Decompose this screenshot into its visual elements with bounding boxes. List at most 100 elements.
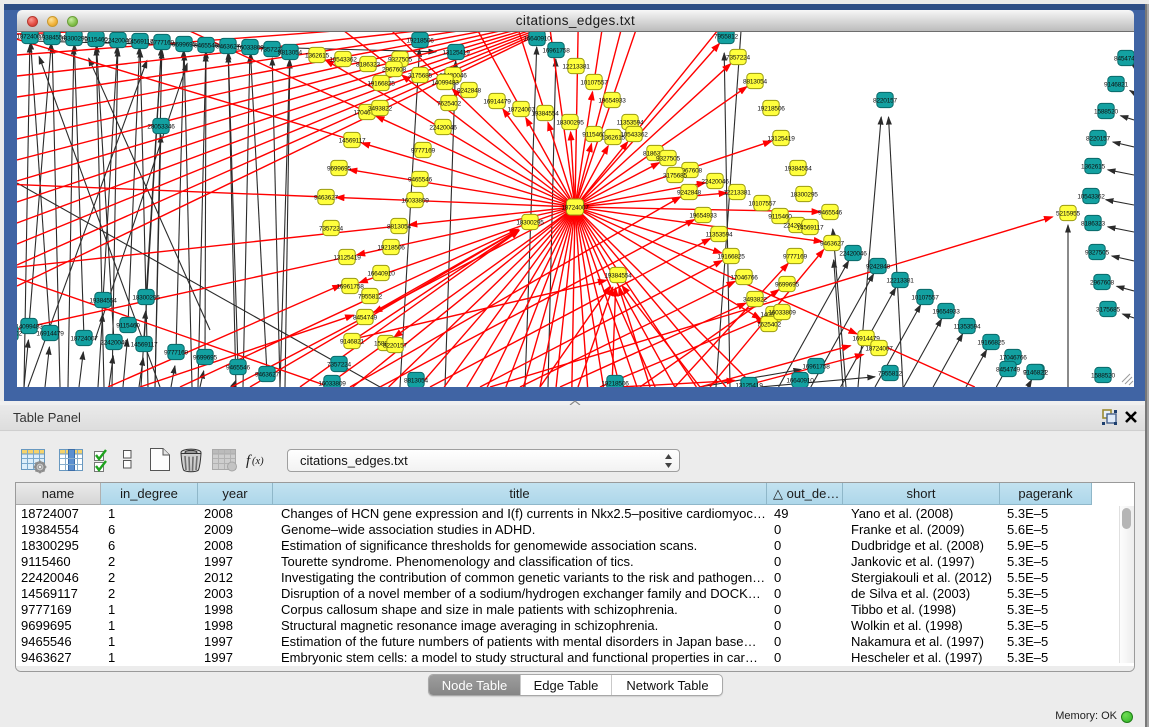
svg-text:19218506: 19218506 [406, 37, 434, 44]
svg-text:8220157: 8220157 [873, 97, 897, 104]
svg-text:9146821: 9146821 [1104, 81, 1128, 88]
svg-text:13125419: 13125419 [767, 135, 795, 142]
svg-text:17046766: 17046766 [730, 274, 758, 281]
svg-text:3493822: 3493822 [743, 296, 767, 303]
svg-text:16640910: 16640910 [367, 270, 395, 277]
svg-text:7357224: 7357224 [327, 361, 351, 368]
svg-text:1362615: 1362615 [1081, 163, 1105, 170]
svg-text:16033809: 16033809 [401, 197, 429, 204]
svg-text:11353594: 11353594 [954, 323, 981, 330]
svg-text:14099483: 14099483 [431, 79, 459, 86]
svg-text:9242848: 9242848 [677, 189, 701, 196]
svg-text:12213381: 12213381 [723, 189, 751, 196]
svg-text:19218506: 19218506 [601, 380, 629, 387]
svg-text:9465546: 9465546 [226, 364, 250, 371]
svg-text:19654933: 19654933 [598, 97, 626, 104]
svg-text:8813054: 8813054 [743, 78, 767, 85]
svg-text:9777169: 9777169 [150, 39, 174, 46]
svg-text:8220157: 8220157 [1086, 135, 1110, 142]
svg-text:3175685: 3175685 [663, 172, 687, 179]
svg-text:18724007: 18724007 [561, 205, 589, 212]
svg-text:8454749: 8454749 [1114, 55, 1134, 62]
svg-text:16640910: 16640910 [786, 377, 814, 384]
svg-text:3493822: 3493822 [368, 105, 392, 112]
svg-text:28053346: 28053346 [147, 123, 175, 130]
svg-text:7357224: 7357224 [726, 54, 750, 61]
svg-text:19166825: 19166825 [367, 80, 395, 87]
svg-text:1588520: 1588520 [1094, 108, 1118, 115]
svg-text:9463627: 9463627 [820, 240, 844, 247]
svg-text:7955812: 7955812 [358, 293, 382, 300]
svg-text:10543362: 10543362 [620, 131, 648, 138]
svg-text:19218506: 19218506 [757, 105, 785, 112]
svg-text:7955812: 7955812 [714, 33, 738, 40]
svg-text:13125419: 13125419 [333, 254, 361, 261]
svg-text:9777169: 9777169 [783, 253, 807, 260]
svg-text:12213381: 12213381 [562, 63, 590, 70]
svg-text:9777169: 9777169 [411, 147, 435, 154]
svg-text:17046766: 17046766 [999, 354, 1027, 361]
svg-text:18300295: 18300295 [556, 119, 584, 126]
svg-text:14569117: 14569117 [131, 341, 158, 348]
svg-text:9699695: 9699695 [193, 354, 217, 361]
svg-text:9327505: 9327505 [1085, 249, 1109, 256]
svg-text:16961758: 16961758 [542, 47, 570, 54]
svg-text:11353594: 11353594 [706, 231, 733, 238]
svg-text:8220157: 8220157 [383, 342, 407, 349]
svg-text:9777169: 9777169 [164, 349, 188, 356]
svg-text:16033809: 16033809 [768, 309, 796, 316]
svg-text:9115460: 9115460 [116, 322, 140, 329]
svg-text:9465546: 9465546 [194, 42, 218, 49]
svg-text:8454749: 8454749 [353, 314, 377, 321]
svg-text:9463627: 9463627 [314, 194, 338, 201]
svg-text:19384554: 19384554 [604, 272, 632, 279]
svg-text:3175685: 3175685 [1096, 306, 1120, 313]
svg-text:2967608: 2967608 [1090, 279, 1114, 286]
svg-text:8813054: 8813054 [404, 377, 428, 384]
svg-text:18724007: 18724007 [70, 335, 98, 342]
svg-text:2967608: 2967608 [382, 66, 406, 73]
svg-text:19384554: 19384554 [784, 165, 812, 172]
svg-text:19654933: 19654933 [689, 212, 717, 219]
svg-text:9327505: 9327505 [656, 155, 680, 162]
svg-text:9465546: 9465546 [818, 209, 842, 216]
svg-text:19654933: 19654933 [932, 308, 960, 315]
svg-text:14569117: 14569117 [797, 224, 824, 231]
svg-text:16961758: 16961758 [336, 283, 364, 290]
svg-text:18300295: 18300295 [132, 294, 160, 301]
svg-text:19218506: 19218506 [377, 244, 405, 251]
svg-text:19384554: 19384554 [531, 110, 559, 117]
svg-text:7955812: 7955812 [878, 370, 902, 377]
svg-text:13125419: 13125419 [442, 49, 470, 56]
svg-text:19166825: 19166825 [717, 253, 745, 260]
svg-text:3175685: 3175685 [408, 72, 432, 79]
svg-text:22420046: 22420046 [839, 250, 867, 257]
svg-text:19166825: 19166825 [977, 339, 1005, 346]
svg-text:8454749: 8454749 [996, 366, 1020, 373]
svg-text:16914479: 16914479 [36, 330, 64, 337]
svg-text:5215955: 5215955 [1056, 210, 1080, 217]
svg-text:7625402: 7625402 [17, 330, 23, 337]
svg-text:19384554: 19384554 [89, 297, 117, 304]
svg-text:12213381: 12213381 [886, 277, 914, 284]
svg-text:22420046: 22420046 [701, 178, 729, 185]
svg-text:10107557: 10107557 [748, 200, 776, 207]
svg-text:(x): (x) [252, 456, 264, 467]
svg-text:9699695: 9699695 [775, 281, 799, 288]
svg-text:9242848: 9242848 [866, 263, 890, 270]
svg-text:10107557: 10107557 [580, 79, 608, 86]
svg-text:8813054: 8813054 [278, 49, 302, 56]
svg-text:10543362: 10543362 [329, 56, 357, 63]
svg-text:16914479: 16914479 [483, 98, 511, 105]
svg-text:22420046: 22420046 [100, 339, 128, 346]
svg-text:10543362: 10543362 [1077, 193, 1105, 200]
svg-text:7625402: 7625402 [757, 321, 781, 328]
svg-text:9146821: 9146821 [340, 338, 364, 345]
svg-text:9146821: 9146821 [1023, 369, 1047, 376]
svg-text:16033809: 16033809 [318, 380, 346, 387]
svg-text:7625402: 7625402 [437, 100, 461, 107]
svg-text:8813054: 8813054 [387, 223, 411, 230]
svg-text:9699695: 9699695 [172, 41, 196, 48]
svg-text:8186323: 8186323 [1081, 220, 1105, 227]
svg-text:9463627: 9463627 [255, 371, 279, 378]
